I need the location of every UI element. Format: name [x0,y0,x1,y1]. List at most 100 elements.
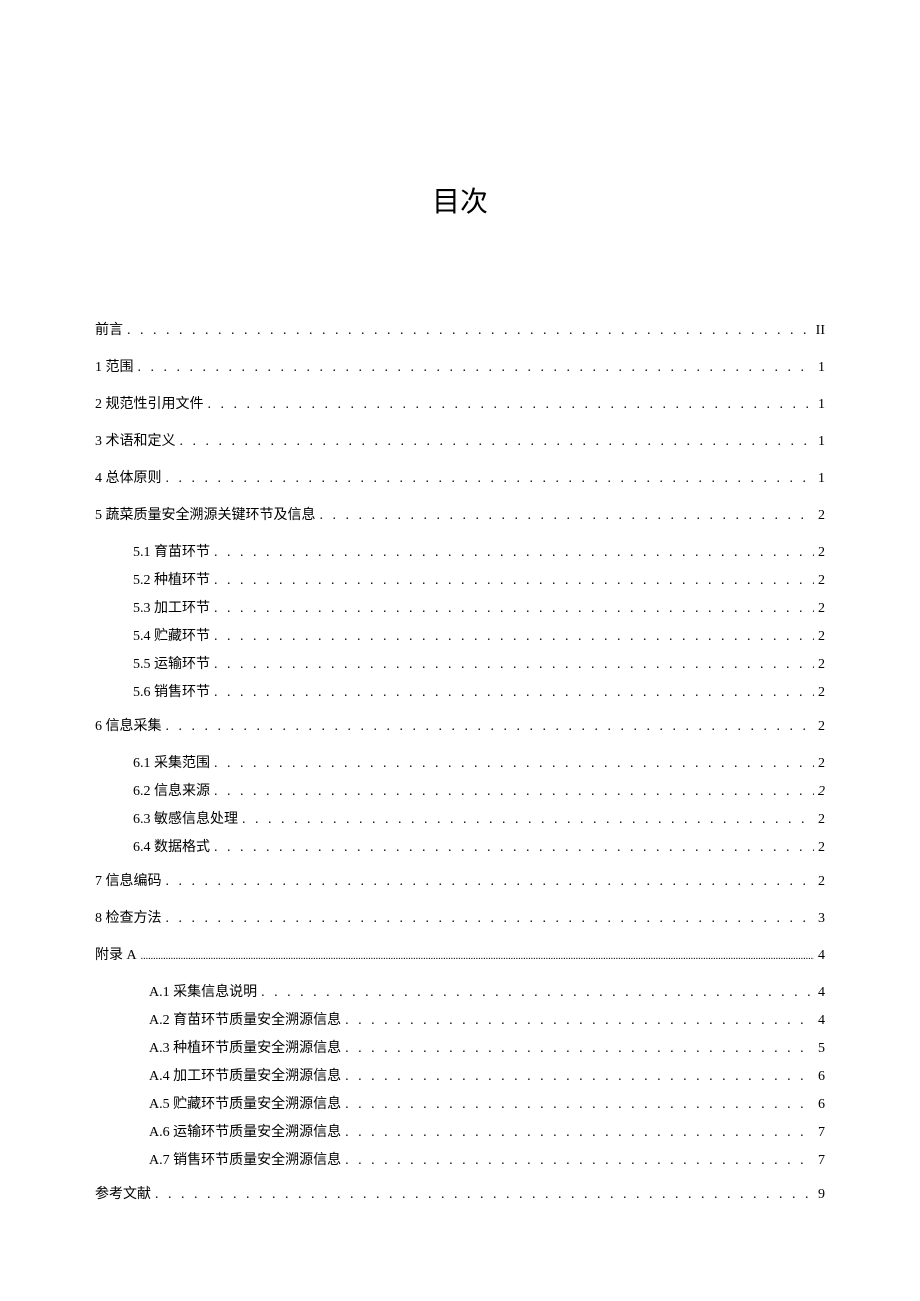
toc-entry-label: 6.3 敏感信息处理 [133,809,238,830]
toc-leader-dots: . . . . . . . . . . . . . . . . . . . . … [345,1066,814,1087]
toc-entry-page: 2 [818,598,825,619]
toc-leader-dots: . . . . . . . . . . . . . . . . . . . . … [214,598,814,619]
toc-entry-label: A.1 采集信息说明 [149,982,257,1003]
toc-leader-dots: . . . . . . . . . . . . . . . . . . . . … [214,570,814,591]
toc-entry: A.6 运输环节质量安全溯源信息. . . . . . . . . . . . … [95,1122,825,1143]
toc-entry: 1 范围. . . . . . . . . . . . . . . . . . … [95,357,825,378]
toc-leader-dots: . . . . . . . . . . . . . . . . . . . . … [214,753,814,774]
toc-entry-page: 2 [818,781,825,802]
toc-entry: A.4 加工环节质量安全溯源信息. . . . . . . . . . . . … [95,1066,825,1087]
toc-entry: 6.4 数据格式. . . . . . . . . . . . . . . . … [95,837,825,858]
toc-entry-page: 1 [818,468,825,489]
toc-entry-label: A.4 加工环节质量安全溯源信息 [149,1066,341,1087]
toc-entry-label: 8 检查方法 [95,908,162,929]
toc-leader-dots: . . . . . . . . . . . . . . . . . . . . … [127,320,812,341]
toc-entry-page: 1 [818,394,825,415]
toc-leader-dots: . . . . . . . . . . . . . . . . . . . . … [214,682,814,703]
toc-leader-dots: . . . . . . . . . . . . . . . . . . . . … [214,542,814,563]
toc-leader-dots: . . . . . . . . . . . . . . . . . . . . … [214,654,814,675]
toc-entry-label: 5.4 贮藏环节 [133,626,210,647]
toc-entry-label: 7 信息编码 [95,871,162,892]
toc-leader-dots: . . . . . . . . . . . . . . . . . . . . … [214,781,814,802]
toc-entry-label: A.7 销售环节质量安全溯源信息 [149,1150,341,1171]
toc-entry-page: 6 [818,1094,825,1115]
toc-entry: 6.1 采集范围. . . . . . . . . . . . . . . . … [95,753,825,774]
toc-entry-page: 5 [818,1038,825,1059]
toc-entry-page: 2 [818,682,825,703]
toc-entry-page: 2 [818,716,825,737]
toc-entry-label: 附录 A [95,945,137,966]
toc-title: 目次 [95,180,825,220]
toc-entry-page: 2 [818,626,825,647]
toc-entry-label: 5.1 育苗环节 [133,542,210,563]
toc-leader-dots: . . . . . . . . . . . . . . . . . . . . … [138,357,815,378]
toc-entry-page: 4 [818,1010,825,1031]
toc-entry: 5.5 运输环节. . . . . . . . . . . . . . . . … [95,654,825,675]
toc-entry-label: 5 蔬菜质量安全溯源关键环节及信息 [95,505,316,526]
toc-entry: 7 信息编码. . . . . . . . . . . . . . . . . … [95,871,825,892]
toc-entry: 6 信息采集. . . . . . . . . . . . . . . . . … [95,716,825,737]
toc-leader-dots: . . . . . . . . . . . . . . . . . . . . … [166,871,815,892]
toc-entry-page: 4 [818,982,825,1003]
toc-leader-dots: . . . . . . . . . . . . . . . . . . . . … [345,1094,814,1115]
toc-leader-dots: . . . . . . . . . . . . . . . . . . . . … [166,908,815,929]
toc-entry-page: II [816,320,825,341]
toc-entry: A.5 贮藏环节质量安全溯源信息. . . . . . . . . . . . … [95,1094,825,1115]
toc-entry-label: 5.5 运输环节 [133,654,210,675]
toc-entry: 5.4 贮藏环节. . . . . . . . . . . . . . . . … [95,626,825,647]
toc-entry-label: 参考文献 [95,1184,151,1205]
toc-entry-page: 2 [818,542,825,563]
toc-entry: 3 术语和定义. . . . . . . . . . . . . . . . .… [95,431,825,452]
toc-entry-label: A.6 运输环节质量安全溯源信息 [149,1122,341,1143]
toc-entry: 6.2 信息来源. . . . . . . . . . . . . . . . … [95,781,825,802]
toc-entry: 2 规范性引用文件. . . . . . . . . . . . . . . .… [95,394,825,415]
toc-entry-page: 7 [818,1150,825,1171]
toc-entry-label: 3 术语和定义 [95,431,176,452]
toc-leader-dots: . . . . . . . . . . . . . . . . . . . . … [345,1010,814,1031]
toc-entry: 5.1 育苗环节. . . . . . . . . . . . . . . . … [95,542,825,563]
toc-entry-page: 2 [818,753,825,774]
toc-leader-dots: . . . . . . . . . . . . . . . . . . . . … [180,431,815,452]
toc-leader-dots: . . . . . . . . . . . . . . . . . . . . … [345,1150,814,1171]
toc-entry: 5.6 销售环节. . . . . . . . . . . . . . . . … [95,682,825,703]
toc-entry-label: A.3 种植环节质量安全溯源信息 [149,1038,341,1059]
toc-entry-page: 1 [818,431,825,452]
toc-entry-label: 2 规范性引用文件 [95,394,204,415]
toc-entry: 参考文献. . . . . . . . . . . . . . . . . . … [95,1184,825,1205]
toc-entry-label: 6.1 采集范围 [133,753,210,774]
toc-entry-label: 1 范围 [95,357,134,378]
toc-entry-page: 6 [818,1066,825,1087]
toc-entry-page: 2 [818,505,825,526]
toc-entry-label: 5.3 加工环节 [133,598,210,619]
toc-leader-dots: ........................................… [141,949,814,964]
toc-entry-label: 前言 [95,320,123,341]
toc-leader-dots: . . . . . . . . . . . . . . . . . . . . … [320,505,815,526]
toc-entry-label: 5.2 种植环节 [133,570,210,591]
toc-entry-page: 7 [818,1122,825,1143]
toc-entry-page: 2 [818,871,825,892]
toc-entry: A.7 销售环节质量安全溯源信息. . . . . . . . . . . . … [95,1150,825,1171]
toc-entry-page: 2 [818,837,825,858]
toc-entry-page: 4 [818,945,825,966]
toc-leader-dots: . . . . . . . . . . . . . . . . . . . . … [242,809,814,830]
toc-entry-label: A.5 贮藏环节质量安全溯源信息 [149,1094,341,1115]
toc-entry-label: 5.6 销售环节 [133,682,210,703]
toc-entry-page: 9 [818,1184,825,1205]
toc-entry: 6.3 敏感信息处理. . . . . . . . . . . . . . . … [95,809,825,830]
toc-leader-dots: . . . . . . . . . . . . . . . . . . . . … [345,1038,814,1059]
toc-entry: 前言. . . . . . . . . . . . . . . . . . . … [95,320,825,341]
toc-entry: 附录 A....................................… [95,945,825,966]
toc-leader-dots: . . . . . . . . . . . . . . . . . . . . … [261,982,814,1003]
toc-entry-page: 1 [818,357,825,378]
toc-entry-page: 2 [818,570,825,591]
toc-entry: 8 检查方法. . . . . . . . . . . . . . . . . … [95,908,825,929]
toc-leader-dots: . . . . . . . . . . . . . . . . . . . . … [214,626,814,647]
toc-leader-dots: . . . . . . . . . . . . . . . . . . . . … [166,468,815,489]
toc-leader-dots: . . . . . . . . . . . . . . . . . . . . … [155,1184,814,1205]
toc-leader-dots: . . . . . . . . . . . . . . . . . . . . … [214,837,814,858]
toc-entry: 4 总体原则. . . . . . . . . . . . . . . . . … [95,468,825,489]
toc-entry-page: 2 [818,809,825,830]
toc-entry-label: 6 信息采集 [95,716,162,737]
toc-leader-dots: . . . . . . . . . . . . . . . . . . . . … [345,1122,814,1143]
toc-entry-label: 6.4 数据格式 [133,837,210,858]
